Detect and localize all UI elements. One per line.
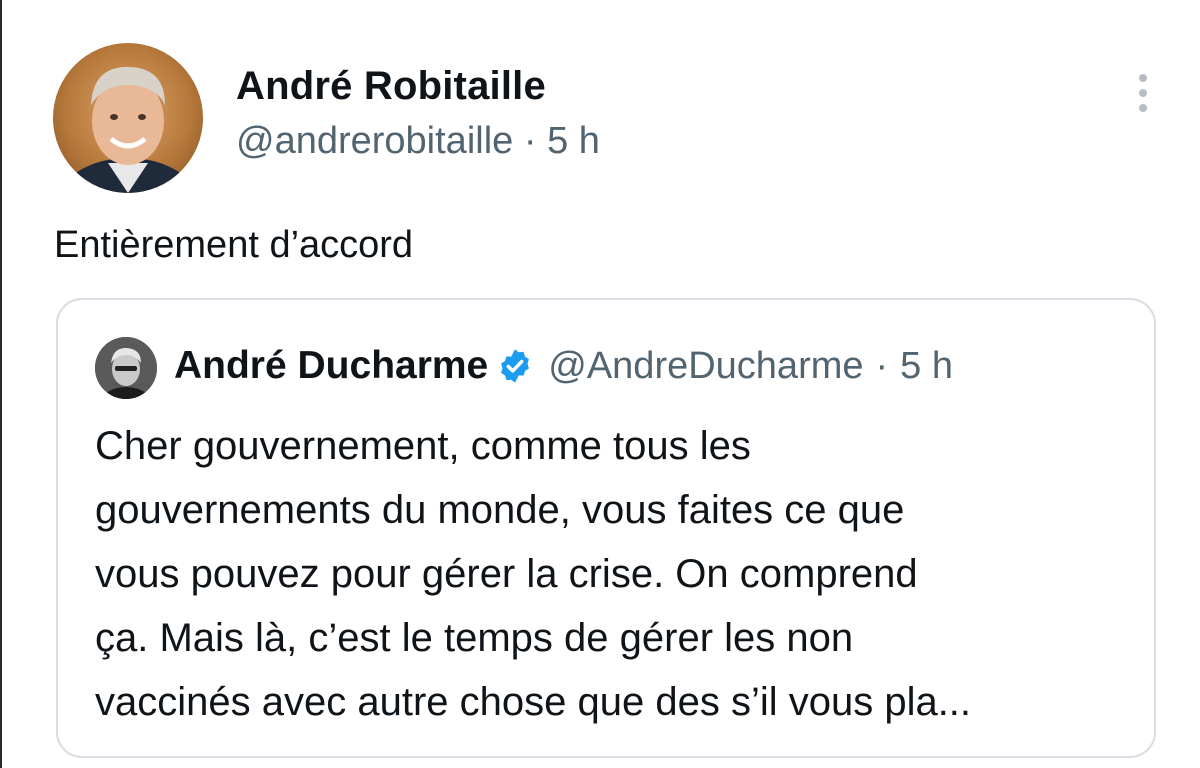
meta-separator: · bbox=[523, 120, 537, 162]
tweet-text: Entièrement d’accord bbox=[54, 224, 414, 266]
author-avatar[interactable] bbox=[53, 43, 203, 193]
more-vertical-icon[interactable] bbox=[1128, 70, 1158, 116]
author-meta: @andrerobitaille · 5 h bbox=[236, 120, 600, 163]
tweet-time[interactable]: 5 h bbox=[547, 120, 600, 162]
author-name[interactable]: André Robitaille bbox=[236, 64, 546, 109]
quoted-tweet-time[interactable]: 5 h bbox=[900, 345, 953, 388]
tweet-container: André Robitaille @andrerobitaille · 5 h … bbox=[0, 0, 1200, 768]
quoted-meta-separator: · bbox=[875, 344, 889, 387]
quoted-author-avatar[interactable] bbox=[95, 337, 157, 399]
quoted-header: André Ducharme @AndreDucharme · 5 h bbox=[174, 344, 953, 388]
quoted-tweet-card[interactable]: André Ducharme @AndreDucharme · 5 h Cher… bbox=[56, 298, 1156, 758]
quoted-tweet-text: Cher gouvernement, comme tous les gouver… bbox=[95, 424, 972, 724]
quoted-author-handle[interactable]: @AndreDucharme bbox=[548, 345, 863, 388]
author-handle[interactable]: @andrerobitaille bbox=[236, 120, 513, 162]
verified-badge-icon bbox=[496, 347, 534, 385]
quoted-author-name[interactable]: André Ducharme bbox=[174, 344, 488, 388]
